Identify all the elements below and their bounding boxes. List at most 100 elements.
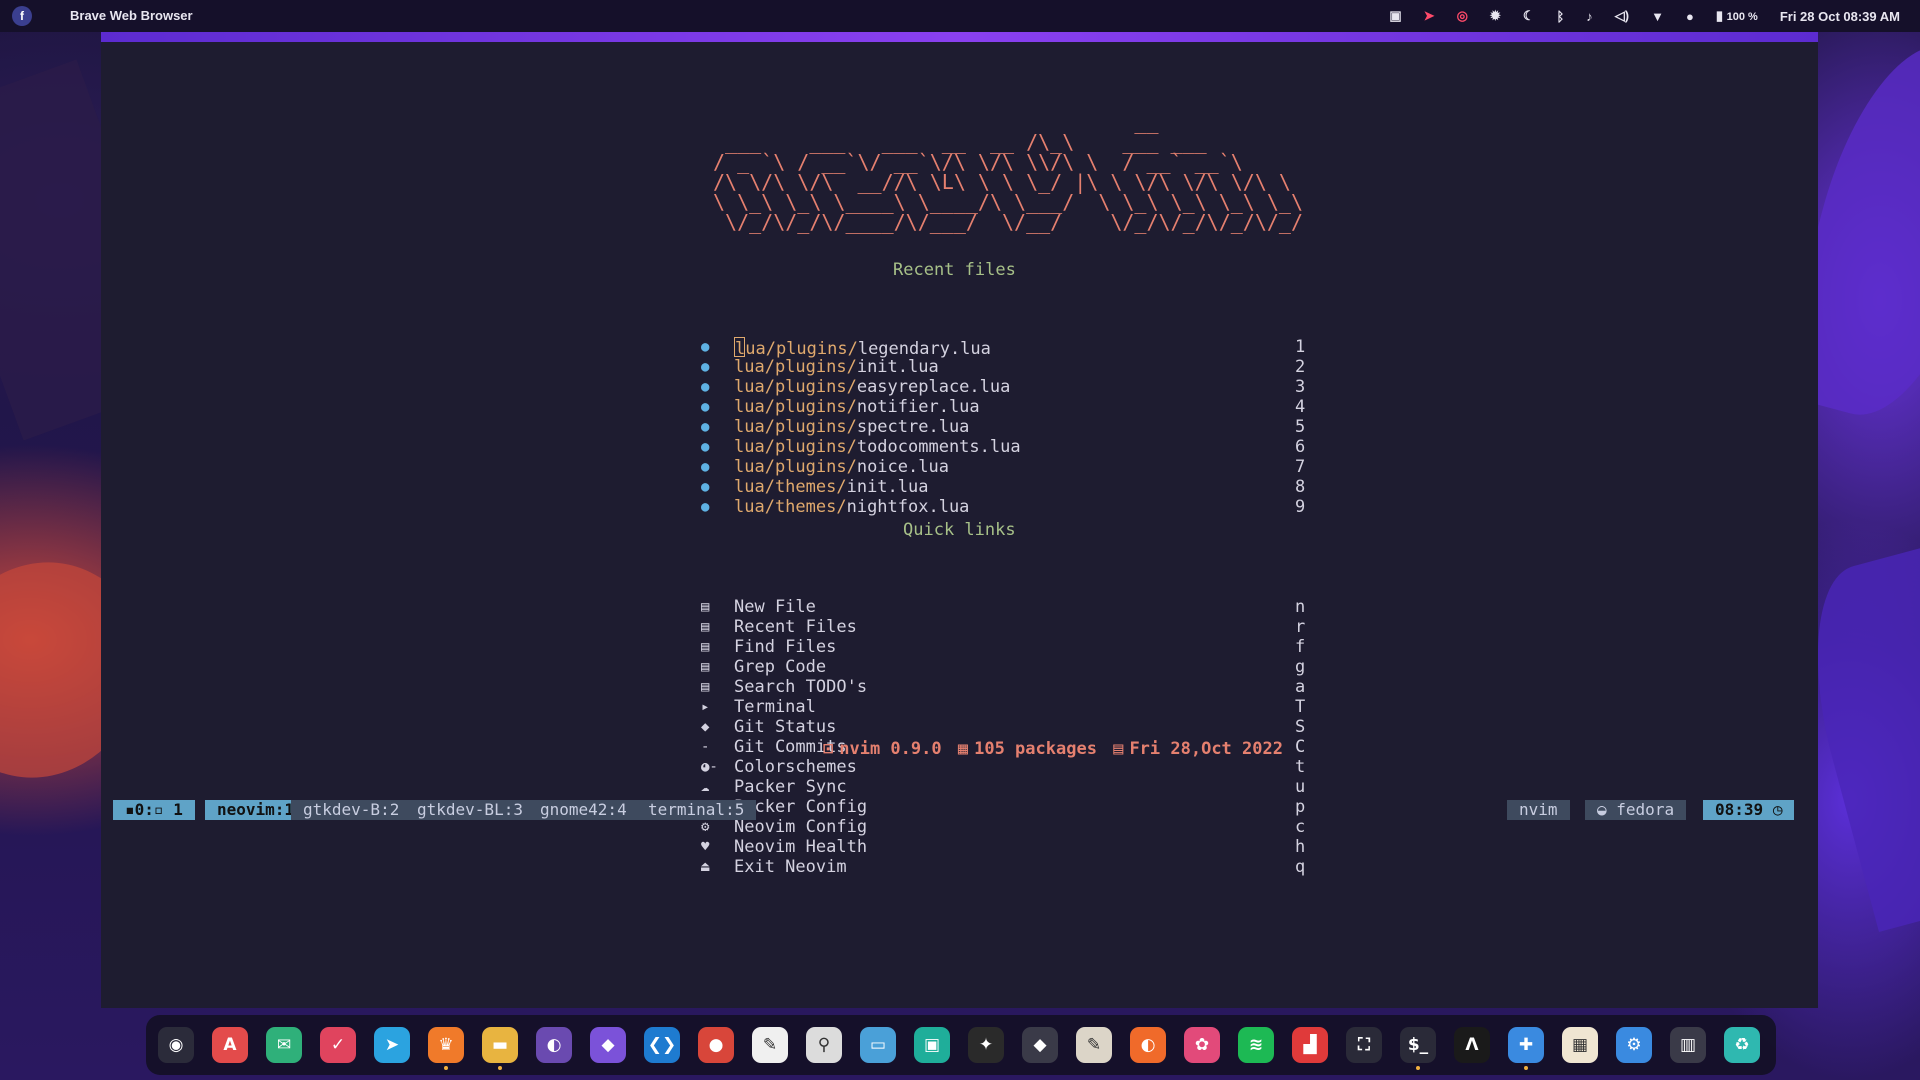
shortcut-key: u (1295, 777, 1306, 797)
dock-app-store-icon[interactable]: A (212, 1027, 248, 1063)
todo-icon: ▤ (701, 679, 710, 695)
dock-telegram-icon[interactable]: ➤ (374, 1027, 410, 1063)
running-indicator (444, 1066, 448, 1070)
lua-file-icon: ● (701, 419, 710, 435)
dock-chrome-icon[interactable]: ● (698, 1027, 734, 1063)
dock-eye-app-icon[interactable]: ◉ (158, 1027, 194, 1063)
dock-mail-icon[interactable]: ✉ (266, 1027, 302, 1063)
bluetooth-icon[interactable]: ᛒ (1556, 9, 1564, 24)
top-bar: f Brave Web Browser ▣ ➤ ◎ ✹ ☾ ᛒ ♪ ◁) ▼ ●… (0, 0, 1920, 32)
running-indicator (1416, 1066, 1420, 1070)
dock-alacritty-icon[interactable]: Λ (1454, 1027, 1490, 1063)
dock-settings-icon[interactable]: ⚙ (1616, 1027, 1652, 1063)
neovim-dashboard: __ ___ ___ ___ __ __ /\_\ ___ ___ / _ `\… (101, 42, 1818, 1008)
nvim-version: nvim 0.9.0 (839, 739, 942, 759)
recent-file-path: lua/plugins/todocomments.lua (734, 437, 1021, 457)
night-mode-icon[interactable]: ☾ (1523, 8, 1535, 24)
lua-file-icon: ● (701, 399, 710, 415)
dock-brave-icon[interactable]: ♛ (428, 1027, 464, 1063)
quick-link-item[interactable]: ▸ Terminal T (701, 697, 1311, 717)
quick-link-item[interactable]: ▤ Find Files f (701, 637, 1311, 657)
dock-colorpicker-icon[interactable]: ◐ (1130, 1027, 1166, 1063)
recent-file-item[interactable]: ● lua/plugins/spectre.lua 5 (701, 417, 1311, 437)
dock-obsidian-icon[interactable]: ◆ (590, 1027, 626, 1063)
dock-terminal-icon[interactable]: $_ (1400, 1027, 1436, 1063)
dock-files-icon[interactable]: ▬ (482, 1027, 518, 1063)
recent-file-item[interactable]: ● lua/plugins/legendary.lua 1 (701, 337, 1311, 359)
pane-icon: ▫ (153, 800, 164, 819)
recent-file-item[interactable]: ● lua/plugins/easyreplace.lua 3 (701, 377, 1311, 397)
file-dir: lua/plugins/ (734, 457, 857, 477)
file-name: noice.lua (856, 457, 949, 477)
quick-link-item[interactable]: ◆ Git Status S (701, 717, 1311, 737)
checkmark-icon[interactable]: ◎ (1457, 8, 1468, 24)
dock-extensions-icon[interactable]: ✚ (1508, 1027, 1544, 1063)
file-dir: lua/plugins/ (735, 339, 858, 359)
screenshot-icon[interactable]: ▣ (1389, 8, 1401, 24)
recent-file-item[interactable]: ● lua/plugins/todocomments.lua 6 (701, 437, 1311, 457)
file-icon: ▤ (701, 599, 710, 615)
dock-github-icon[interactable]: ◐ (536, 1027, 572, 1063)
session-icon: ▪ (125, 800, 135, 819)
lua-file-icon: ● (701, 359, 710, 375)
user-icon[interactable]: ● (1686, 9, 1694, 24)
quick-link-label: Exit Neovim (734, 857, 847, 877)
tmux-session[interactable]: ▪0:▫ 1 (113, 800, 195, 820)
tmux-window[interactable]: gtkdev-BL:3 (405, 800, 535, 820)
grep-icon: ▤ (701, 659, 710, 675)
recent-file-item[interactable]: ● lua/plugins/noice.lua 7 (701, 457, 1311, 477)
dock-vscode-icon[interactable]: ❮❯ (644, 1027, 680, 1063)
quick-link-item[interactable]: ▤ New File n (701, 597, 1311, 617)
location-icon[interactable]: ➤ (1424, 8, 1435, 24)
quick-link-item[interactable]: ▤ Recent Files r (701, 617, 1311, 637)
quick-link-item[interactable]: ♥ Neovim Health h (701, 837, 1311, 857)
tmux-window[interactable]: terminal:5 (636, 800, 757, 820)
find-file-icon: ▤ (701, 639, 710, 655)
file-name: easyreplace.lua (856, 377, 1011, 397)
quick-link-item[interactable]: ☁ Packer Sync u (701, 777, 1311, 797)
tmux-window[interactable]: gtkdev-B:2 (291, 800, 412, 820)
dock-figma-icon[interactable]: ✦ (968, 1027, 1004, 1063)
dock: ◉ A ✉ ✓ ➤ ♛ ▬ ◐ ◆ ❮❯ ● ✎ ⚲ ▭ ▣ ✦ ◆ ✎ ◐ ✿ ≋ ▟ ⛶ $_ Λ ✚ ▦ ⚙ ▥ ♻ (146, 1015, 1776, 1075)
lua-file-icon: ● (701, 339, 710, 355)
dock-audio-app-icon[interactable]: ▟ (1292, 1027, 1328, 1063)
quick-link-item[interactable]: ▤ Grep Code g (701, 657, 1311, 677)
quick-link-item[interactable]: ⏏ Exit Neovim q (701, 857, 1311, 877)
recent-file-item[interactable]: ● lua/themes/init.lua 8 (701, 477, 1311, 497)
dock-todoist-icon[interactable]: ✓ (320, 1027, 356, 1063)
terminal-window[interactable]: __ ___ ___ ___ __ __ /\_\ ___ ___ / _ `\… (101, 34, 1818, 1008)
dock-archive-icon[interactable]: ▥ (1670, 1027, 1706, 1063)
dock-books-icon[interactable]: ▭ (860, 1027, 896, 1063)
dock-search-icon[interactable]: ⚲ (806, 1027, 842, 1063)
recent-file-item[interactable]: ● lua/plugins/init.lua 2 (701, 357, 1311, 377)
dock-spotify-icon[interactable]: ≋ (1238, 1027, 1274, 1063)
quick-link-label: Packer Sync (734, 777, 847, 797)
recent-file-item[interactable]: ● lua/plugins/notifier.lua 4 (701, 397, 1311, 417)
settings-icon[interactable]: ✹ (1490, 8, 1501, 24)
dock-github-desktop-icon[interactable]: ◆ (1022, 1027, 1058, 1063)
clock[interactable]: Fri 28 Oct 08:39 AM (1780, 9, 1900, 24)
quick-link-item[interactable]: ◕ Colorschemes t (701, 757, 1311, 777)
volume-icon[interactable]: ◁) (1615, 8, 1629, 24)
quick-link-item[interactable]: ▤ Search TODO's a (701, 677, 1311, 697)
dock-settings-panels-icon[interactable]: ▦ (1562, 1027, 1598, 1063)
fedora-logo-icon[interactable]: f (12, 6, 32, 26)
battery-icon[interactable]: ▮ 100 % (1716, 8, 1758, 24)
shortcut-key: h (1295, 837, 1306, 857)
quick-link-label: Neovim Config (734, 817, 868, 837)
dock-trash-icon[interactable]: ♻ (1724, 1027, 1760, 1063)
tmux-program: nvim (1507, 800, 1570, 820)
recent-file-item[interactable]: ● lua/themes/nightfox.lua 9 (701, 497, 1311, 517)
dock-text-editor-icon[interactable]: ✎ (752, 1027, 788, 1063)
dock-screenshot-frame-icon[interactable]: ⛶ (1346, 1027, 1382, 1063)
lua-file-icon: ● (701, 499, 710, 515)
tmux-window[interactable]: gnome42:4 (528, 800, 639, 820)
dock-inkscape-icon[interactable]: ✎ (1076, 1027, 1112, 1063)
shortcut-key: r (1295, 617, 1306, 637)
wifi-icon[interactable]: ▼ (1651, 9, 1664, 24)
dock-screenshot-tool-icon[interactable]: ▣ (914, 1027, 950, 1063)
bell-icon[interactable]: ♪ (1586, 9, 1593, 24)
dock-pinwheel-icon[interactable]: ✿ (1184, 1027, 1220, 1063)
shortcut-key: q (1295, 857, 1306, 877)
quick-link-item[interactable]: ⚙ Neovim Config c (701, 817, 1311, 837)
